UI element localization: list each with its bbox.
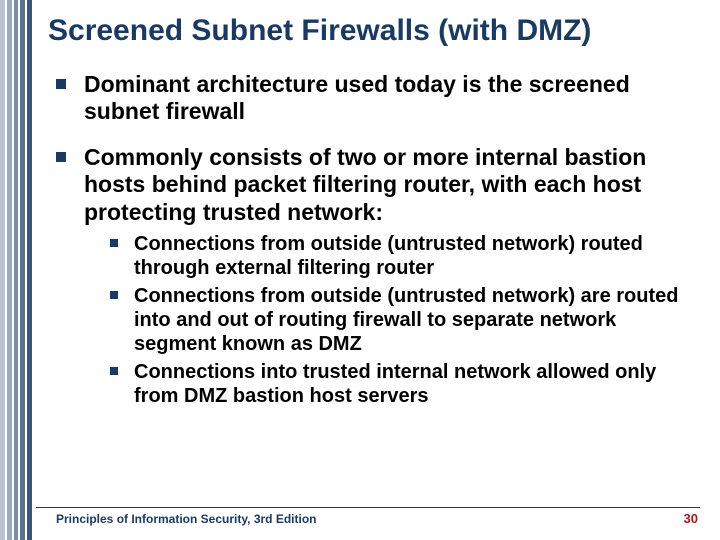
- footer-text: Principles of Information Security, 3rd …: [56, 512, 316, 526]
- decorative-stripes: [0, 0, 34, 540]
- sub-bullet-item: Connections from outside (untrusted netw…: [110, 284, 690, 356]
- bullet-list: Dominant architecture used today is the …: [48, 71, 690, 409]
- bullet-item: Dominant architecture used today is the …: [56, 71, 690, 126]
- bullet-text: Dominant architecture used today is the …: [84, 71, 630, 125]
- slide-content: Screened Subnet Firewalls (with DMZ) Dom…: [48, 14, 690, 426]
- sub-bullet-item: Connections into trusted internal networ…: [110, 360, 690, 408]
- slide-title: Screened Subnet Firewalls (with DMZ): [48, 14, 690, 49]
- sub-bullet-item: Connections from outside (untrusted netw…: [110, 232, 690, 280]
- bullet-text: Commonly consists of two or more interna…: [84, 144, 646, 225]
- page-number: 30: [684, 511, 698, 526]
- bullet-item: Commonly consists of two or more interna…: [56, 144, 690, 409]
- footer-divider: [36, 507, 700, 508]
- sub-bullet-list: Connections from outside (untrusted netw…: [84, 232, 690, 408]
